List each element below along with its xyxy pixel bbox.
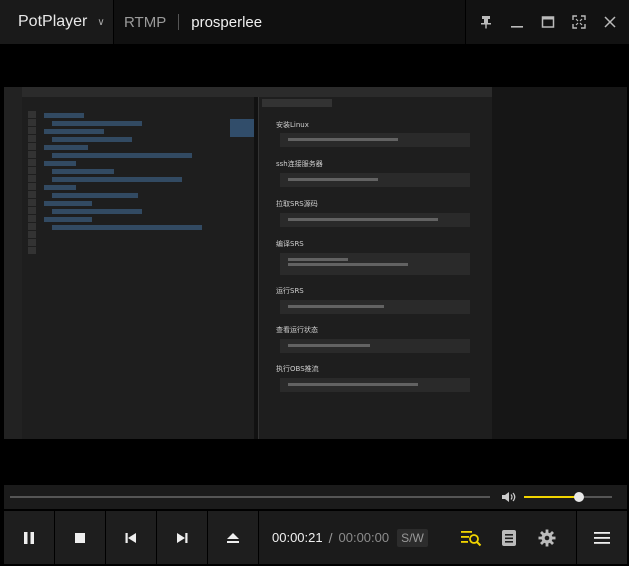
preview-code-block xyxy=(280,300,470,314)
preview-code-block xyxy=(280,213,470,227)
previous-icon xyxy=(125,532,136,543)
editor-gutter xyxy=(22,111,40,261)
seek-bar-area xyxy=(4,485,627,509)
total-duration[interactable]: 00:00:00 xyxy=(339,530,390,545)
app-name: PotPlayer xyxy=(18,13,88,30)
preview-heading: 编译SRS xyxy=(276,240,304,248)
preview-code-block xyxy=(280,253,470,275)
video-frame[interactable]: 安装Linux ssh连接服务器 拉取SRS源码 编译SRS 运行SRS 查看运… xyxy=(4,87,627,439)
pin-button[interactable] xyxy=(470,0,501,44)
chapter-list-icon xyxy=(502,529,516,546)
preview-code-block xyxy=(280,173,470,187)
source-line xyxy=(52,193,138,198)
preview-heading: 执行OBS推流 xyxy=(276,365,319,373)
preview-heading: 查看运行状态 xyxy=(276,326,318,334)
next-button[interactable] xyxy=(157,511,208,564)
chapter-list-button[interactable] xyxy=(491,511,527,564)
stop-icon xyxy=(75,532,85,543)
maximize-icon xyxy=(541,16,554,28)
window-controls xyxy=(465,0,629,44)
source-line xyxy=(52,209,142,214)
main-menu-button[interactable] xyxy=(576,511,627,564)
seek-slider[interactable] xyxy=(10,496,490,498)
source-line xyxy=(52,153,192,158)
playlist-search-icon xyxy=(461,530,482,546)
hamburger-menu-icon xyxy=(594,531,610,544)
chevron-down-icon: ∨ xyxy=(97,16,105,28)
settings-button[interactable] xyxy=(529,511,565,564)
preview-heading: 安装Linux xyxy=(276,121,309,129)
minimize-icon xyxy=(510,26,523,28)
eject-icon xyxy=(227,532,239,543)
video-dark-region xyxy=(492,87,627,439)
minimize-button[interactable] xyxy=(501,0,532,44)
source-line xyxy=(44,201,92,206)
close-button[interactable] xyxy=(594,0,625,44)
time-display: 00:00:21 / 00:00:00 S/W xyxy=(259,511,576,564)
playlist-search-button[interactable] xyxy=(453,511,489,564)
stream-protocol: RTMP xyxy=(124,13,167,31)
next-icon xyxy=(177,532,188,543)
source-line xyxy=(52,169,114,174)
source-line xyxy=(44,145,88,150)
current-time[interactable]: 00:00:21 xyxy=(272,530,323,545)
source-line xyxy=(52,137,132,142)
stop-button[interactable] xyxy=(55,511,106,564)
preview-code-block xyxy=(280,339,470,353)
preview-heading: ssh连接服务器 xyxy=(276,160,323,168)
app-menu-button[interactable]: PotPlayer ∨ xyxy=(0,0,114,44)
preview-heading: 拉取SRS源码 xyxy=(276,200,318,208)
source-line xyxy=(44,113,84,118)
fullscreen-icon xyxy=(571,15,586,29)
pause-button[interactable] xyxy=(4,511,55,564)
stream-title: prosperlee xyxy=(191,13,263,31)
source-line xyxy=(44,217,92,222)
eject-button[interactable] xyxy=(208,511,259,564)
editor-activity-bar xyxy=(4,87,22,439)
preview-tab xyxy=(262,99,332,107)
close-icon xyxy=(603,16,616,28)
pause-icon xyxy=(24,531,34,544)
volume-level xyxy=(524,496,580,498)
fullscreen-button[interactable] xyxy=(563,0,594,44)
source-line xyxy=(52,225,202,230)
source-line xyxy=(52,121,142,126)
source-line xyxy=(44,185,76,190)
preview-code-block xyxy=(280,133,470,147)
title-bar: PotPlayer ∨ RTMP prosperlee xyxy=(0,0,629,44)
title-divider xyxy=(178,14,180,30)
maximize-button[interactable] xyxy=(532,0,563,44)
source-line xyxy=(44,129,104,134)
pin-icon xyxy=(480,16,491,29)
preview-code-block xyxy=(280,378,470,392)
decoder-mode-badge[interactable]: S/W xyxy=(397,528,428,547)
previous-button[interactable] xyxy=(106,511,157,564)
source-line xyxy=(44,161,76,166)
volume-handle[interactable] xyxy=(574,492,585,502)
volume-slider[interactable] xyxy=(524,492,612,502)
preview-heading: 运行SRS xyxy=(276,287,304,295)
source-line xyxy=(52,177,182,182)
time-separator: / xyxy=(328,529,333,546)
playback-controls: 00:00:21 / 00:00:00 S/W xyxy=(4,511,627,564)
editor-menu-bar xyxy=(22,87,492,97)
speaker-icon[interactable] xyxy=(501,490,517,504)
gear-icon xyxy=(538,529,556,546)
editor-minimap xyxy=(230,119,254,137)
